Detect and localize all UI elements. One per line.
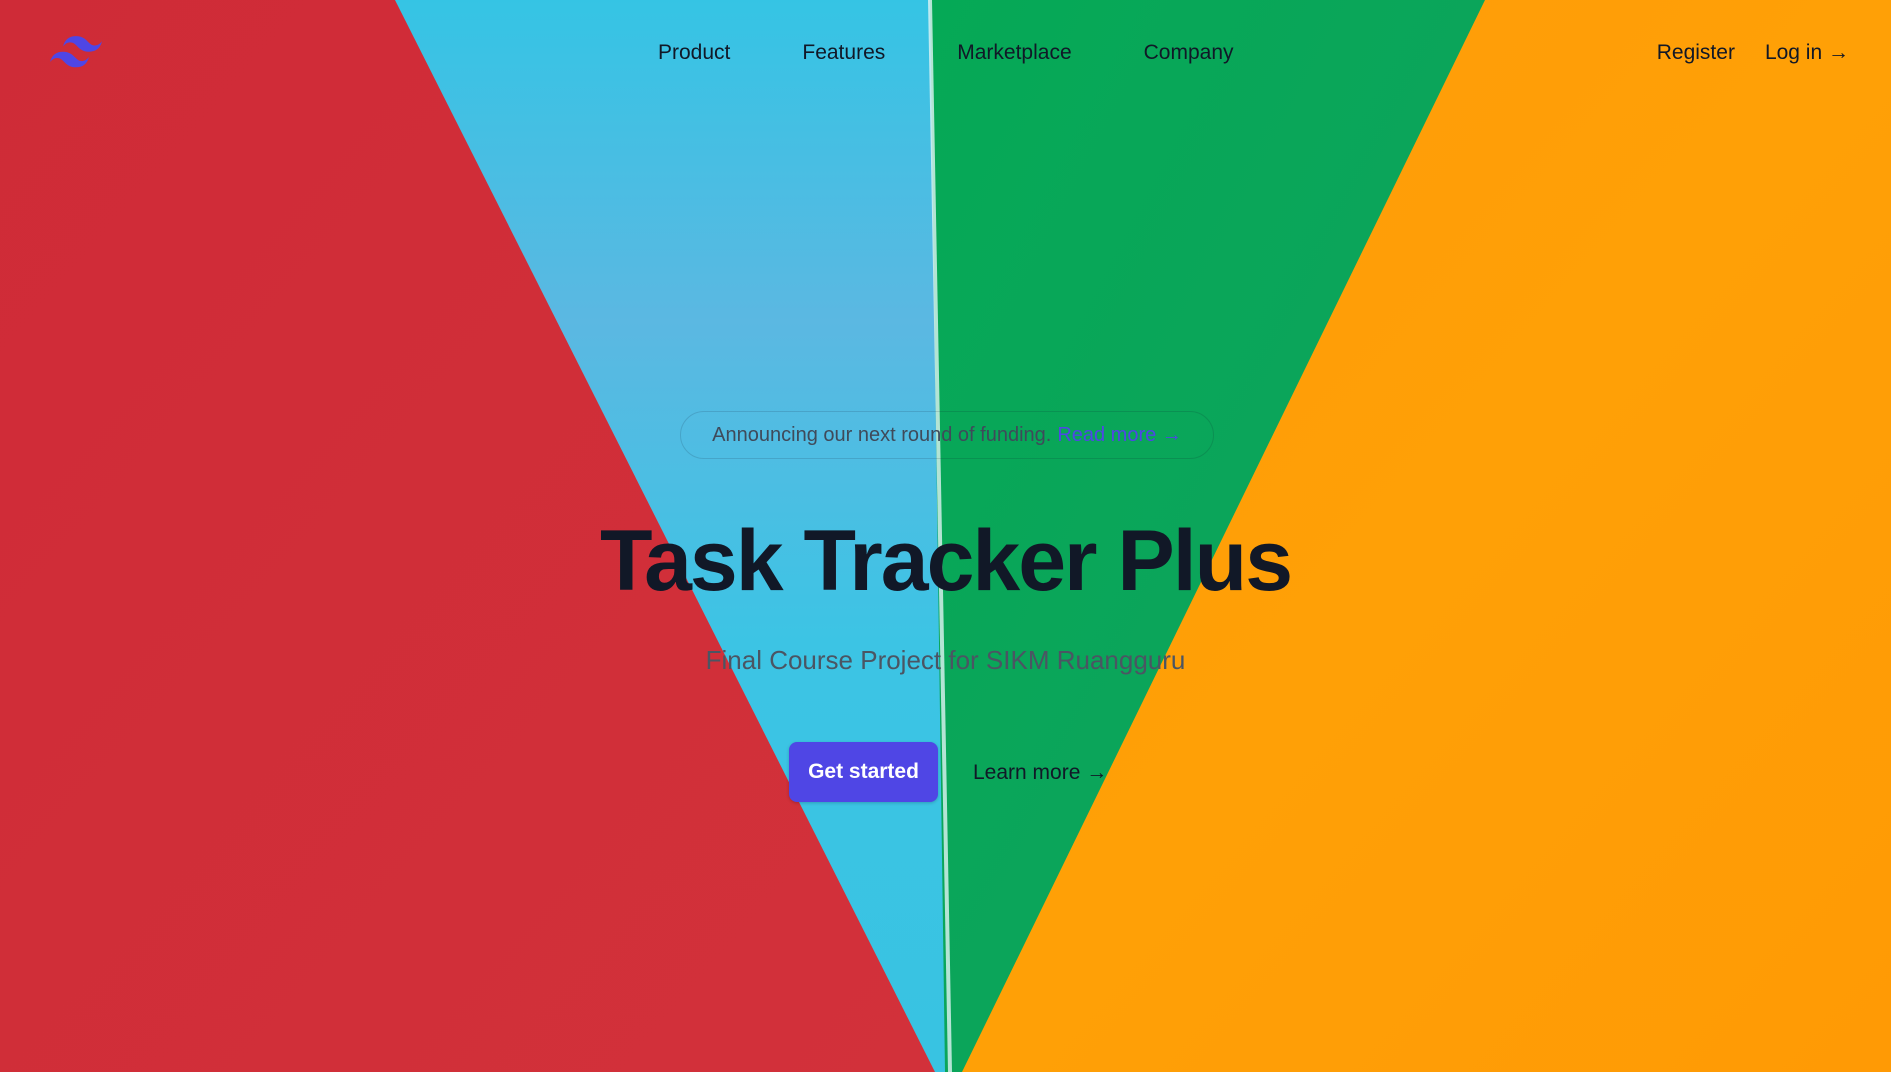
read-more-link[interactable]: Read more → <box>1057 424 1182 447</box>
hero-subtitle: Final Course Project for SIKM Ruangguru <box>705 645 1186 675</box>
hero-section: Announcing our next round of funding. Re… <box>0 0 1891 1072</box>
landing-page: Product Features Marketplace Company Reg… <box>0 0 1891 1072</box>
learn-more-link[interactable]: Learn more → <box>973 758 1107 788</box>
announcement-text: Announcing our next round of funding. <box>712 423 1052 446</box>
hero-title: Task Tracker Plus <box>599 513 1293 609</box>
get-started-button[interactable]: Get started <box>789 742 938 802</box>
announcement-pill: Announcing our next round of funding. Re… <box>680 411 1214 459</box>
